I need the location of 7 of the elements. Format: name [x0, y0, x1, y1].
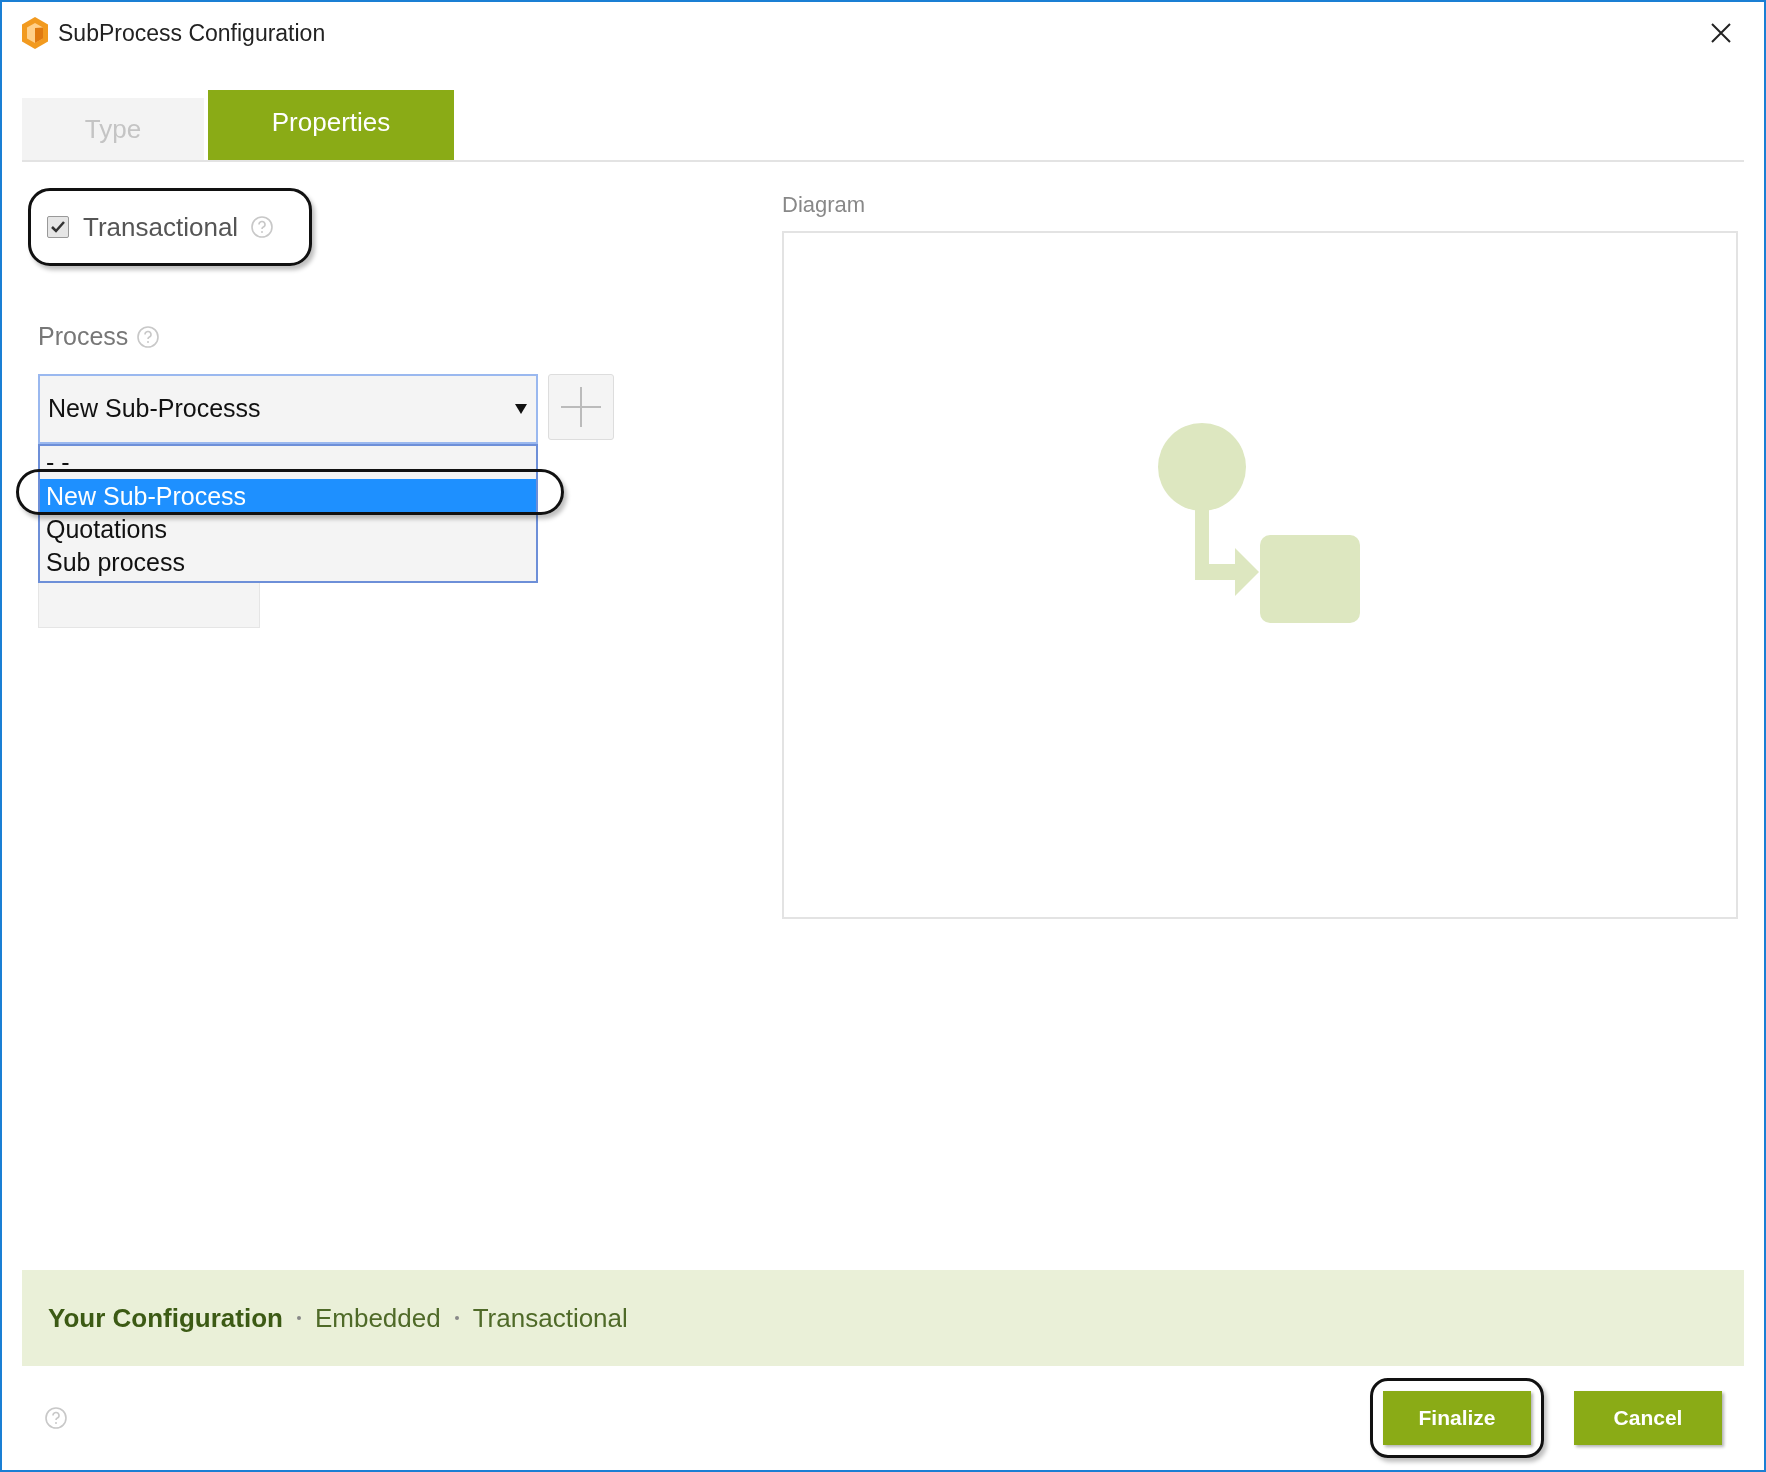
section-label: Diagram [782, 191, 867, 219]
configuration-item: Transactional [472, 1301, 628, 1335]
window-title: SubProcess Configuration [58, 18, 326, 48]
configuration-title: Your Configuration [48, 1301, 283, 1335]
checkbox-label: Transactional [83, 210, 239, 244]
field-label: Process [38, 321, 129, 352]
configuration-item: Embedded [314, 1301, 441, 1335]
